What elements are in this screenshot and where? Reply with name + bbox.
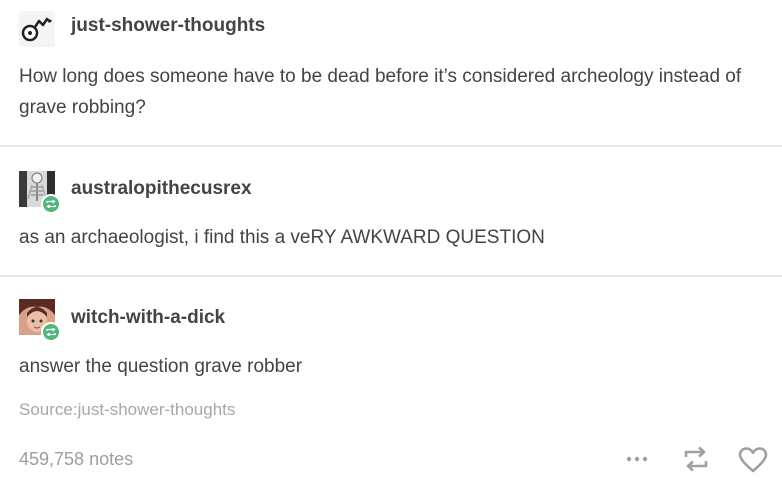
post-username[interactable]: just-shower-thoughts xyxy=(71,15,265,37)
post-text: as an archaeologist, i find this a veRY … xyxy=(19,227,545,248)
notes-count[interactable]: 459,758 notes xyxy=(19,449,133,470)
reblog-icon[interactable] xyxy=(681,446,711,472)
reblog-badge-icon xyxy=(41,322,61,342)
source-link[interactable]: Source:just-shower-thoughts xyxy=(19,400,235,420)
post-text: answer the question grave robber xyxy=(19,356,303,377)
reblog-post: australopithecusrex as an archaeologist,… xyxy=(0,147,782,277)
reblog-post: witch-with-a-dick answer the question gr… xyxy=(0,277,782,397)
shower-head-avatar-image xyxy=(21,17,52,42)
more-options-icon[interactable] xyxy=(624,452,652,466)
post-original: just-shower-thoughts How long does someo… xyxy=(0,0,782,147)
heart-icon[interactable] xyxy=(737,446,769,474)
post-text: How long does someone have to be dead be… xyxy=(19,66,742,118)
post-username[interactable]: witch-with-a-dick xyxy=(71,307,225,329)
post-username[interactable]: australopithecusrex xyxy=(71,178,252,200)
reblog-badge-icon xyxy=(41,194,61,214)
avatar-just-shower-thoughts[interactable] xyxy=(19,11,55,47)
